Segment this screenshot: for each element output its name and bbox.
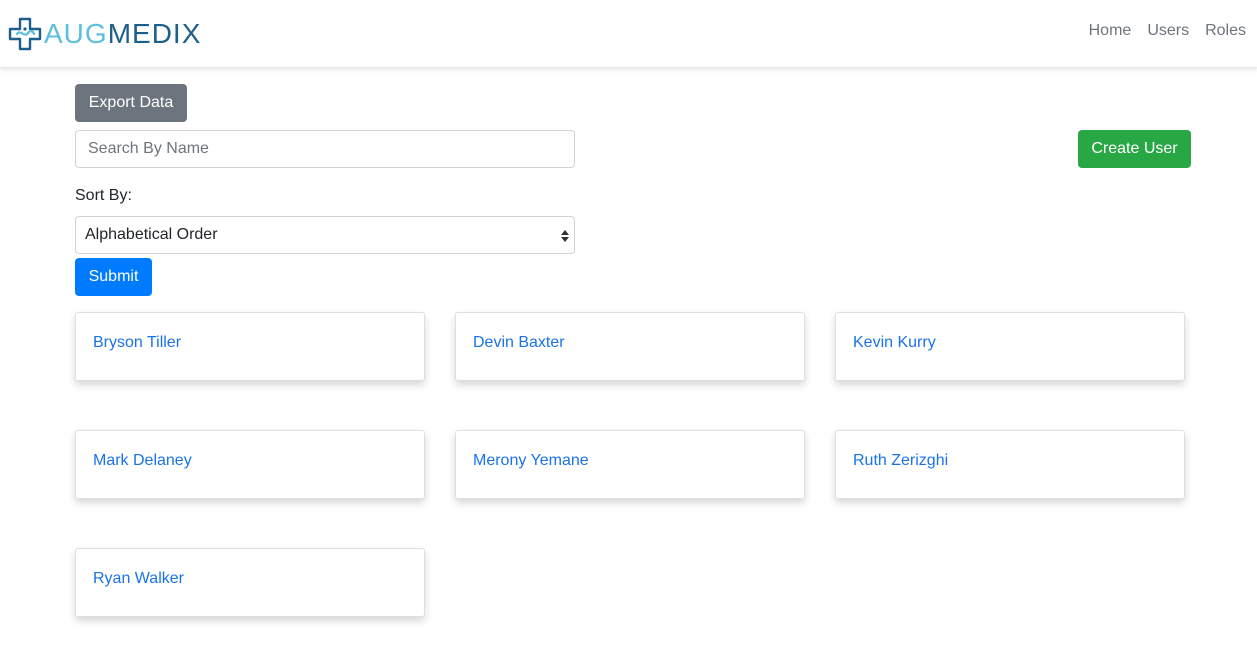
select-arrows-icon — [561, 230, 569, 242]
nav-link-roles[interactable]: Roles — [1189, 20, 1246, 42]
user-card[interactable]: Merony Yemane — [455, 430, 805, 499]
sort-select-value: Alphabetical Order — [85, 226, 218, 243]
user-name-link[interactable]: Ryan Walker — [93, 569, 184, 589]
export-data-button[interactable]: Export Data — [75, 84, 187, 122]
nav-link-home[interactable]: Home — [1073, 20, 1132, 42]
sort-by-label: Sort By: — [75, 187, 132, 204]
user-card[interactable]: Ryan Walker — [75, 548, 425, 617]
user-name-link[interactable]: Ruth Zerizghi — [853, 451, 948, 471]
nav-link-users[interactable]: Users — [1131, 20, 1189, 42]
brand-logo[interactable]: AUGMEDIX — [8, 14, 201, 54]
user-name-link[interactable]: Merony Yemane — [473, 451, 589, 471]
medical-cross-icon — [8, 17, 42, 51]
search-input[interactable] — [75, 130, 575, 168]
submit-button[interactable]: Submit — [75, 258, 152, 296]
user-name-link[interactable]: Mark Delaney — [93, 451, 192, 471]
user-name-link[interactable]: Bryson Tiller — [93, 333, 181, 353]
user-card[interactable]: Mark Delaney — [75, 430, 425, 499]
brand-name-medix: MEDIX — [107, 18, 202, 49]
create-user-button[interactable]: Create User — [1078, 130, 1191, 168]
user-card[interactable]: Bryson Tiller — [75, 312, 425, 381]
top-navbar: AUGMEDIX Home Users Roles — [0, 0, 1257, 68]
user-card[interactable]: Kevin Kurry — [835, 312, 1185, 381]
sort-select[interactable]: Alphabetical Order — [75, 216, 575, 254]
user-card[interactable]: Ruth Zerizghi — [835, 430, 1185, 499]
brand-name: AUGMEDIX — [44, 20, 201, 48]
user-card[interactable]: Devin Baxter — [455, 312, 805, 381]
user-name-link[interactable]: Kevin Kurry — [853, 333, 936, 353]
user-name-link[interactable]: Devin Baxter — [473, 333, 565, 353]
nav-links: Home Users Roles — [1073, 20, 1246, 42]
brand-name-aug: AUG — [44, 18, 108, 49]
